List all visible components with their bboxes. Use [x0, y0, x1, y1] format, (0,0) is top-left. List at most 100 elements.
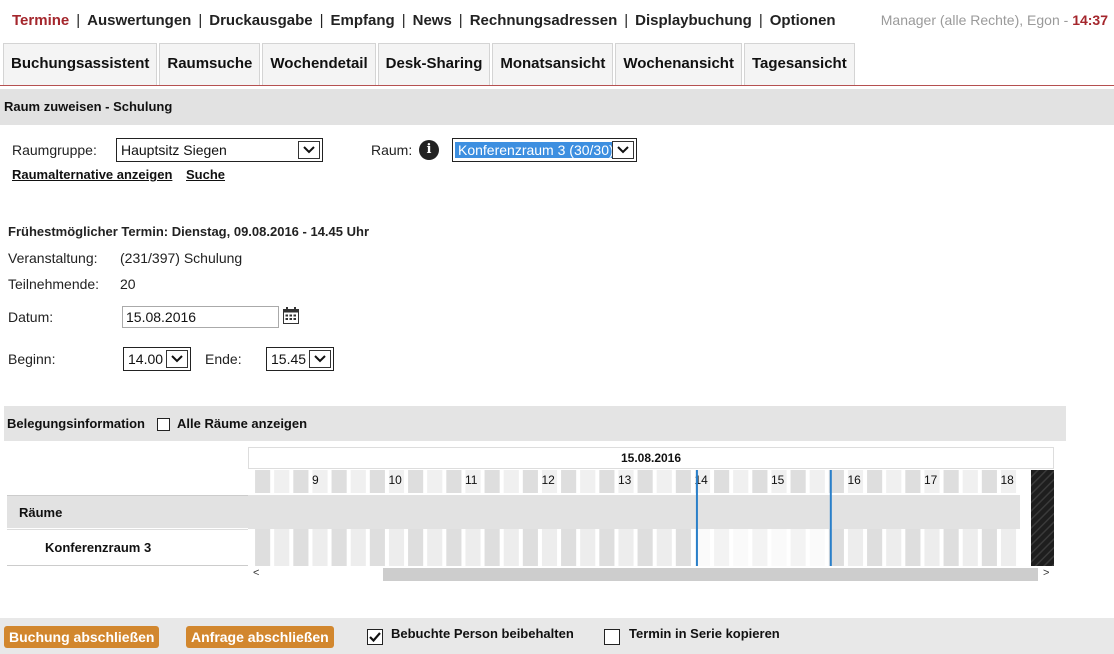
footer-bar: Buchung abschließen Anfrage abschließen … — [0, 618, 1114, 654]
room-time-slot — [446, 529, 462, 566]
tab-buchungsassistent[interactable]: Buchungsassistent — [3, 43, 158, 85]
time-slot — [522, 470, 538, 493]
room-time-slot — [618, 529, 634, 566]
room-time-slot — [522, 529, 538, 566]
termin-serie-checkbox[interactable] — [604, 629, 620, 645]
room-time-slot — [369, 529, 385, 566]
room-time-slot — [388, 529, 405, 566]
info-icon[interactable]: i — [419, 140, 439, 160]
hour-label: 18 — [1001, 473, 1015, 487]
menu-item-druckausgabe[interactable]: Druckausgabe — [209, 12, 312, 29]
tab-raumsuche[interactable]: Raumsuche — [159, 43, 261, 85]
raum-select[interactable]: Konferenzraum 3 (30/30) — [452, 138, 637, 162]
time-slot — [981, 470, 997, 493]
chevron-down-icon — [612, 141, 634, 159]
tab-desk-sharing[interactable]: Desk-Sharing — [377, 43, 491, 85]
occupancy-timeline[interactable]: 9 10 11 12 13 14 15 16 17 18 — [248, 470, 1054, 566]
hour-label: 11 — [465, 473, 478, 487]
room-time-slot — [733, 529, 749, 566]
room-time-slot — [752, 529, 768, 566]
raum-label: Raum: — [371, 142, 413, 158]
room-time-slot — [962, 529, 978, 566]
ende-value: 15.45 — [271, 351, 307, 367]
termin-serie-label: Termin in Serie kopieren — [629, 626, 780, 641]
scroll-left-icon[interactable]: < — [253, 567, 259, 579]
hour-label: 13 — [618, 473, 632, 487]
time-slot — [637, 470, 653, 493]
anfrage-abschliessen-button[interactable]: Anfrage abschließen — [186, 626, 334, 648]
suche-link[interactable]: Suche — [186, 167, 225, 182]
horizontal-scrollbar-thumb[interactable] — [383, 568, 1038, 581]
room-time-slot — [905, 529, 921, 566]
alle-raeume-checkbox[interactable] — [157, 418, 170, 431]
beginn-label: Beginn: — [8, 351, 56, 367]
rooms-header-band — [248, 495, 1020, 529]
menu-item-optionen[interactable]: Optionen — [770, 12, 836, 29]
time-slot — [350, 470, 366, 493]
chevron-down-icon — [166, 350, 188, 368]
hour-label: 9 — [312, 473, 319, 487]
time-slot — [809, 470, 825, 493]
tab-wochenansicht[interactable]: Wochenansicht — [615, 43, 742, 85]
room-time-slot — [427, 529, 443, 566]
hour-label: 10 — [389, 473, 403, 487]
room-time-slot — [637, 529, 653, 566]
room-time-slot — [408, 529, 424, 566]
buchung-abschliessen-button[interactable]: Buchung abschließen — [4, 626, 160, 648]
tab-wochendetail[interactable]: Wochendetail — [262, 43, 376, 85]
rooms-header-label: Räume — [19, 505, 63, 520]
alle-raeume-label: Alle Räume anzeigen — [177, 416, 308, 431]
ende-label: Ende: — [205, 351, 242, 367]
time-slot — [962, 470, 978, 493]
tab-tagesansicht[interactable]: Tagesansicht — [743, 43, 855, 85]
teilnehmende-value: 20 — [120, 276, 136, 292]
belegung-title: Belegungsinformation — [7, 416, 145, 431]
raumgruppe-select[interactable]: Hauptsitz Siegen — [116, 138, 323, 162]
hour-label: 15 — [771, 473, 785, 487]
bebuchte-person-label: Bebuchte Person beibehalten — [391, 626, 574, 641]
datum-input[interactable]: 15.08.2016 — [122, 306, 279, 328]
belegung-header: Belegungsinformation Alle Räume anzeigen — [4, 406, 1066, 441]
menu-item-auswertungen[interactable]: Auswertungen — [87, 12, 191, 29]
chevron-down-icon — [298, 141, 320, 159]
room-time-slot — [1000, 529, 1017, 566]
time-slot — [427, 470, 443, 493]
earliest-date: Frühestmöglicher Termin: Dienstag, 09.08… — [8, 224, 369, 239]
beginn-value: 14.00 — [128, 351, 164, 367]
hour-label: 12 — [542, 473, 556, 487]
calendar-icon[interactable] — [283, 307, 299, 327]
room-time-slot — [331, 529, 347, 566]
beginn-select[interactable]: 14.00 — [123, 347, 191, 371]
room-time-slot — [943, 529, 959, 566]
menu-item-rechnungsadressen[interactable]: Rechnungsadressen — [470, 12, 618, 29]
room-time-slot — [350, 529, 366, 566]
time-slot — [886, 470, 902, 493]
bebuchte-person-checkbox[interactable] — [367, 629, 383, 645]
room-time-slot — [981, 529, 997, 566]
room-name[interactable]: Konferenzraum 3 — [45, 540, 151, 555]
menu-item-news[interactable]: News — [413, 12, 452, 29]
veranstaltung-value: (231/397) Schulung — [120, 250, 243, 266]
time-slot — [752, 470, 768, 493]
tab-monatsansicht[interactable]: Monatsansicht — [492, 43, 614, 85]
raumalternative-link[interactable]: Raumalternative anzeigen — [12, 167, 172, 182]
time-slot — [484, 470, 500, 493]
scroll-right-icon[interactable]: > — [1043, 567, 1049, 579]
user-info: Manager (alle Rechte), Egon - 14:37 — [881, 12, 1108, 28]
ende-select[interactable]: 15.45 — [266, 347, 334, 371]
room-time-slot — [675, 529, 691, 566]
room-time-slot — [714, 529, 730, 566]
room-time-slot — [809, 529, 825, 566]
menu-item-empfang[interactable]: Empfang — [331, 12, 395, 29]
menu-item-displaybuchung[interactable]: Displaybuchung — [635, 12, 752, 29]
menu-item-termine[interactable]: Termine — [12, 12, 69, 29]
room-time-slot — [771, 529, 787, 566]
room-time-slot — [274, 529, 290, 566]
room-time-slot — [886, 529, 902, 566]
time-slot — [503, 470, 519, 493]
room-time-slot — [656, 529, 672, 566]
room-time-slot — [255, 529, 271, 566]
room-time-slot — [541, 529, 558, 566]
user-name: Manager (alle Rechte), Egon - — [880, 12, 1073, 28]
top-navigation: Termine | Auswertungen | Druckausgabe | Empfan… — [0, 0, 1114, 42]
